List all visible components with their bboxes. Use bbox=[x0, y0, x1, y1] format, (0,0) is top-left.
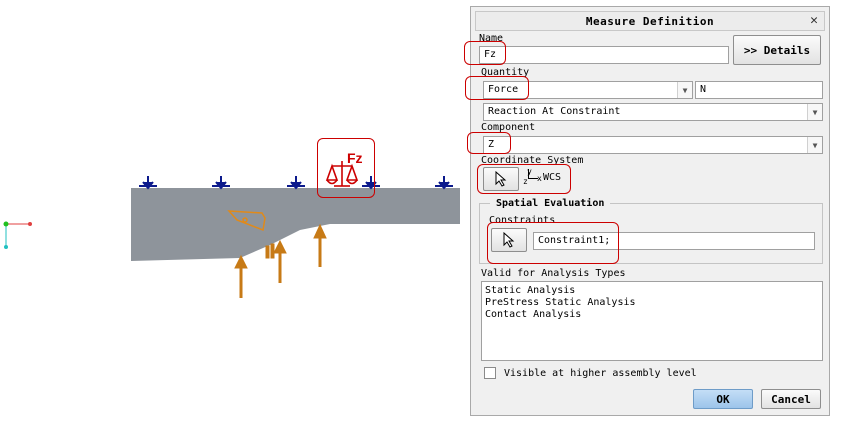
arrow-icon bbox=[234, 254, 248, 298]
csys-select-button[interactable] bbox=[483, 167, 519, 191]
visible-checkbox[interactable] bbox=[484, 367, 496, 379]
constraints-select-button[interactable] bbox=[491, 228, 527, 252]
model-canvas: Fz bbox=[3, 150, 460, 298]
load-label: Fz bbox=[347, 150, 363, 166]
dialog-title: Measure Definition bbox=[585, 15, 715, 28]
visible-checkbox-label: Visible at higher assembly level bbox=[504, 368, 697, 379]
constraint-icon bbox=[287, 176, 305, 190]
model-viewport[interactable]: Fz bbox=[0, 0, 470, 426]
spatial-evaluation-label: Spatial Evaluation bbox=[496, 198, 605, 209]
cursor-icon bbox=[503, 232, 515, 248]
name-label: Name bbox=[479, 33, 504, 44]
part-body[interactable] bbox=[131, 188, 460, 261]
csys-triad-icon bbox=[3, 221, 32, 249]
measure-definition-dialog: Measure Definition ✕ Name Fz >> Details … bbox=[464, 6, 830, 416]
constraint-icon bbox=[139, 176, 157, 190]
arrow-icon bbox=[313, 223, 327, 267]
analysis-types-label: Valid for Analysis Types bbox=[481, 268, 626, 279]
chevron-down-icon[interactable]: ▼ bbox=[807, 104, 822, 120]
csys-value: WCS bbox=[543, 172, 562, 183]
constraints-label: Constraints bbox=[489, 215, 556, 226]
list-item[interactable]: Contact Analysis bbox=[485, 309, 819, 321]
analysis-types-list[interactable]: Static Analysis PreStress Static Analysi… bbox=[481, 281, 823, 361]
ok-button[interactable]: OK bbox=[693, 389, 753, 409]
constraint-icons bbox=[139, 176, 453, 190]
name-field[interactable]: Fz bbox=[479, 46, 729, 64]
constraint-icon bbox=[362, 176, 380, 190]
chevron-down-icon[interactable]: ▼ bbox=[807, 137, 822, 153]
arrow-icon bbox=[273, 239, 287, 283]
csys-icon: y z x bbox=[523, 167, 542, 189]
spatial-evaluation-group: Spatial Evaluation bbox=[479, 198, 823, 264]
component-select[interactable]: Z ▼ bbox=[483, 136, 823, 154]
chevron-down-icon[interactable]: ▼ bbox=[677, 82, 692, 98]
list-item[interactable]: PreStress Static Analysis bbox=[485, 297, 819, 309]
constraint-icon bbox=[435, 176, 453, 190]
close-icon[interactable]: ✕ bbox=[810, 13, 818, 28]
component-value: Z bbox=[488, 139, 495, 150]
coordinate-system-label: Coordinate System bbox=[481, 155, 584, 166]
constraints-field[interactable]: Constraint1; bbox=[533, 232, 815, 250]
details-button[interactable]: >> Details bbox=[733, 35, 821, 65]
list-item[interactable]: Static Analysis bbox=[485, 285, 819, 297]
quantity-subtype-select[interactable]: Reaction At Constraint ▼ bbox=[483, 103, 823, 121]
quantity-label: Quantity bbox=[481, 67, 530, 78]
dialog-titlebar[interactable]: Measure Definition ✕ bbox=[475, 11, 825, 31]
cancel-button[interactable]: Cancel bbox=[761, 389, 821, 409]
quantity-select[interactable]: Force ▼ bbox=[483, 81, 693, 99]
quantity-value: Force bbox=[488, 84, 519, 95]
unit-field[interactable]: N bbox=[695, 81, 823, 99]
quantity-subtype-value: Reaction At Constraint bbox=[488, 106, 621, 117]
csys-axis-x: x bbox=[537, 174, 542, 183]
cursor-icon bbox=[495, 171, 507, 187]
component-label: Component bbox=[481, 122, 536, 133]
constraint-icon bbox=[212, 176, 230, 190]
